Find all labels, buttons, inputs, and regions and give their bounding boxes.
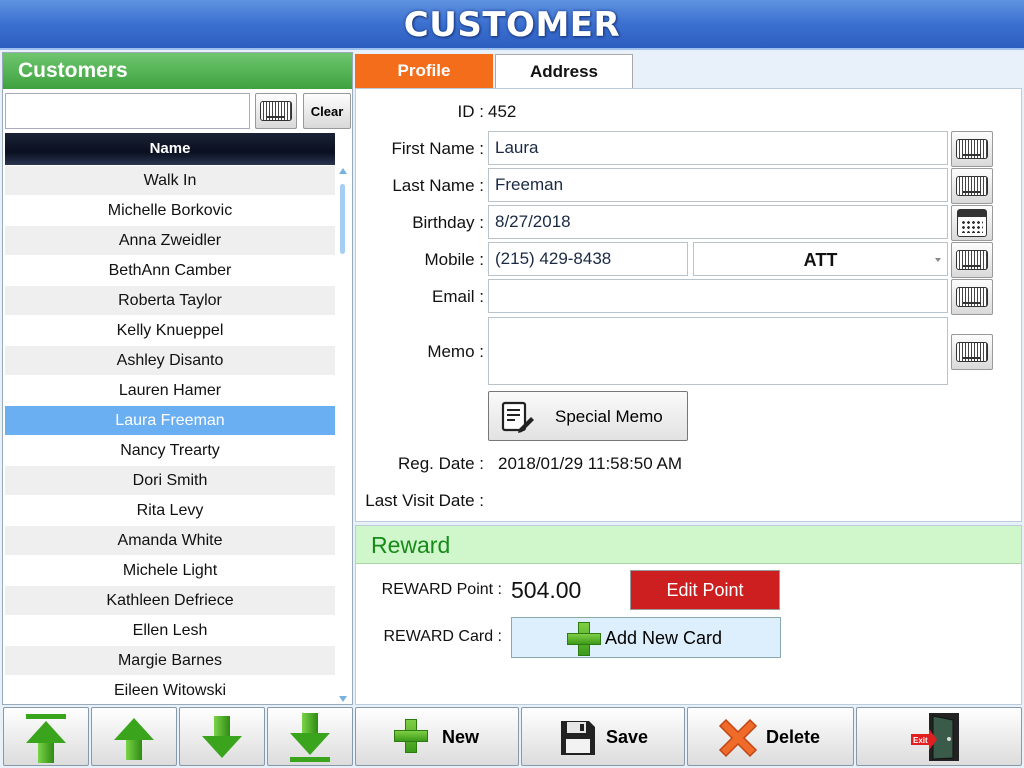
table-row[interactable]: Amanda White <box>5 526 335 556</box>
mobile-keyboard-button[interactable] <box>951 242 993 278</box>
delete-x-icon <box>718 718 758 758</box>
last-visit-label: Last Visit Date : <box>365 491 484 510</box>
plus-icon <box>567 622 601 656</box>
arrow-last-icon <box>290 713 330 764</box>
first-name-keyboard-button[interactable] <box>951 131 993 167</box>
email-label: Email : <box>432 287 484 306</box>
delete-button[interactable]: Delete <box>687 707 854 766</box>
reward-panel: Reward REWARD Point : 504.00 Edit Point … <box>355 525 1022 705</box>
floppy-disk-icon <box>561 721 595 755</box>
tab-profile[interactable]: Profile <box>355 54 493 88</box>
list-scrollbar[interactable] <box>336 166 350 704</box>
delete-label: Delete <box>766 727 821 747</box>
table-row[interactable]: Kathleen Defriece <box>5 586 335 616</box>
title-bar: CUSTOMER <box>0 0 1024 50</box>
memo-field[interactable] <box>488 317 948 385</box>
profile-panel: ID : 452 First Name : Laura Last Name : … <box>355 88 1022 522</box>
last-name-label: Last Name : <box>392 176 484 195</box>
reg-date-label: Reg. Date : <box>398 454 484 473</box>
new-label: New <box>442 727 480 747</box>
last-name-field[interactable]: Freeman <box>488 168 948 202</box>
memo-label: Memo : <box>427 342 484 361</box>
arrow-up-icon <box>114 718 154 760</box>
memo-keyboard-button[interactable] <box>951 334 993 370</box>
table-row[interactable]: Roberta Taylor <box>5 286 335 316</box>
customer-search-input[interactable] <box>5 93 250 129</box>
reward-point-label: REWARD Point : <box>381 581 502 598</box>
tab-address[interactable]: Address <box>495 54 633 89</box>
arrow-first-icon <box>26 714 66 763</box>
table-row[interactable]: Eileen Witowski <box>5 676 335 704</box>
move-first-button[interactable] <box>3 707 89 766</box>
email-keyboard-button[interactable] <box>951 279 993 315</box>
scroll-thumb[interactable] <box>340 184 345 254</box>
memo-edit-icon <box>501 401 534 433</box>
customers-panel: Customers Clear Name Walk In Michelle Bor… <box>2 52 353 705</box>
reward-point-value: 504.00 <box>511 577 582 603</box>
last-name-keyboard-button[interactable] <box>951 168 993 204</box>
move-last-button[interactable] <box>267 707 353 766</box>
arrow-down-icon <box>202 716 242 758</box>
scroll-down-arrow-icon[interactable] <box>339 696 347 702</box>
special-memo-label: Special Memo <box>555 407 663 426</box>
new-button[interactable]: New <box>355 707 519 766</box>
customer-list: Walk In Michelle Borkovic Anna Zweidler Bet… <box>5 166 335 704</box>
table-row[interactable]: BethAnn Camber <box>5 256 335 286</box>
carrier-value: ATT <box>803 250 838 270</box>
keyboard-icon <box>956 176 988 196</box>
search-keyboard-button[interactable] <box>255 93 297 129</box>
table-row[interactable]: Michelle Borkovic <box>5 196 335 226</box>
table-row[interactable]: Dori Smith <box>5 466 335 496</box>
clear-button[interactable]: Clear <box>303 93 351 129</box>
keyboard-icon <box>260 101 292 121</box>
table-row[interactable]: Rita Levy <box>5 496 335 526</box>
birthday-field[interactable]: 8/27/2018 <box>488 205 948 239</box>
table-row[interactable]: Anna Zweidler <box>5 226 335 256</box>
table-row[interactable]: Michele Light <box>5 556 335 586</box>
move-down-button[interactable] <box>179 707 265 766</box>
carrier-select[interactable]: ATT <box>693 242 948 276</box>
mobile-label: Mobile : <box>424 250 484 269</box>
table-row[interactable]: Nancy Trearty <box>5 436 335 466</box>
reward-card-label: REWARD Card : <box>383 628 502 645</box>
keyboard-icon <box>956 139 988 159</box>
special-memo-button[interactable]: Special Memo <box>488 391 688 441</box>
plus-icon <box>394 719 432 757</box>
id-label: ID : <box>457 102 484 121</box>
add-new-card-label: Add New Card <box>605 628 723 648</box>
first-name-field[interactable]: Laura <box>488 131 948 165</box>
table-row[interactable]: Ellen Lesh <box>5 616 335 646</box>
exit-label: Exit <box>913 736 928 745</box>
first-name-label: First Name : <box>391 139 484 158</box>
table-row[interactable]: Laura Freeman <box>5 406 335 436</box>
add-new-card-button[interactable]: Add New Card <box>511 617 781 658</box>
table-row[interactable]: Lauren Hamer <box>5 376 335 406</box>
table-row[interactable]: Ashley Disanto <box>5 346 335 376</box>
calendar-icon <box>957 209 987 237</box>
scroll-up-arrow-icon[interactable] <box>339 168 347 174</box>
keyboard-icon <box>956 287 988 307</box>
table-row[interactable]: Walk In <box>5 166 335 196</box>
edit-point-button[interactable]: Edit Point <box>630 570 780 610</box>
id-value: 452 <box>488 102 517 121</box>
page-title: CUSTOMER <box>403 5 621 45</box>
save-button[interactable]: Save <box>521 707 685 766</box>
exit-button[interactable]: Exit <box>856 707 1022 766</box>
birthday-calendar-button[interactable] <box>951 205 993 241</box>
table-row[interactable]: Margie Barnes <box>5 646 335 676</box>
reward-header: Reward <box>356 526 1021 564</box>
keyboard-icon <box>956 250 988 270</box>
table-row[interactable]: Kelly Knueppel <box>5 316 335 346</box>
customers-header: Customers <box>3 53 352 89</box>
email-field[interactable] <box>488 279 948 313</box>
reg-date-value: 2018/01/29 11:58:50 AM <box>498 454 683 473</box>
move-up-button[interactable] <box>91 707 177 766</box>
keyboard-icon <box>956 342 988 362</box>
save-label: Save <box>606 727 649 747</box>
name-column-header[interactable]: Name <box>5 133 335 165</box>
birthday-label: Birthday : <box>412 213 484 232</box>
mobile-field[interactable]: (215) 429-8438 <box>488 242 688 276</box>
chevron-down-icon <box>935 258 941 262</box>
search-row: Clear <box>5 93 351 129</box>
